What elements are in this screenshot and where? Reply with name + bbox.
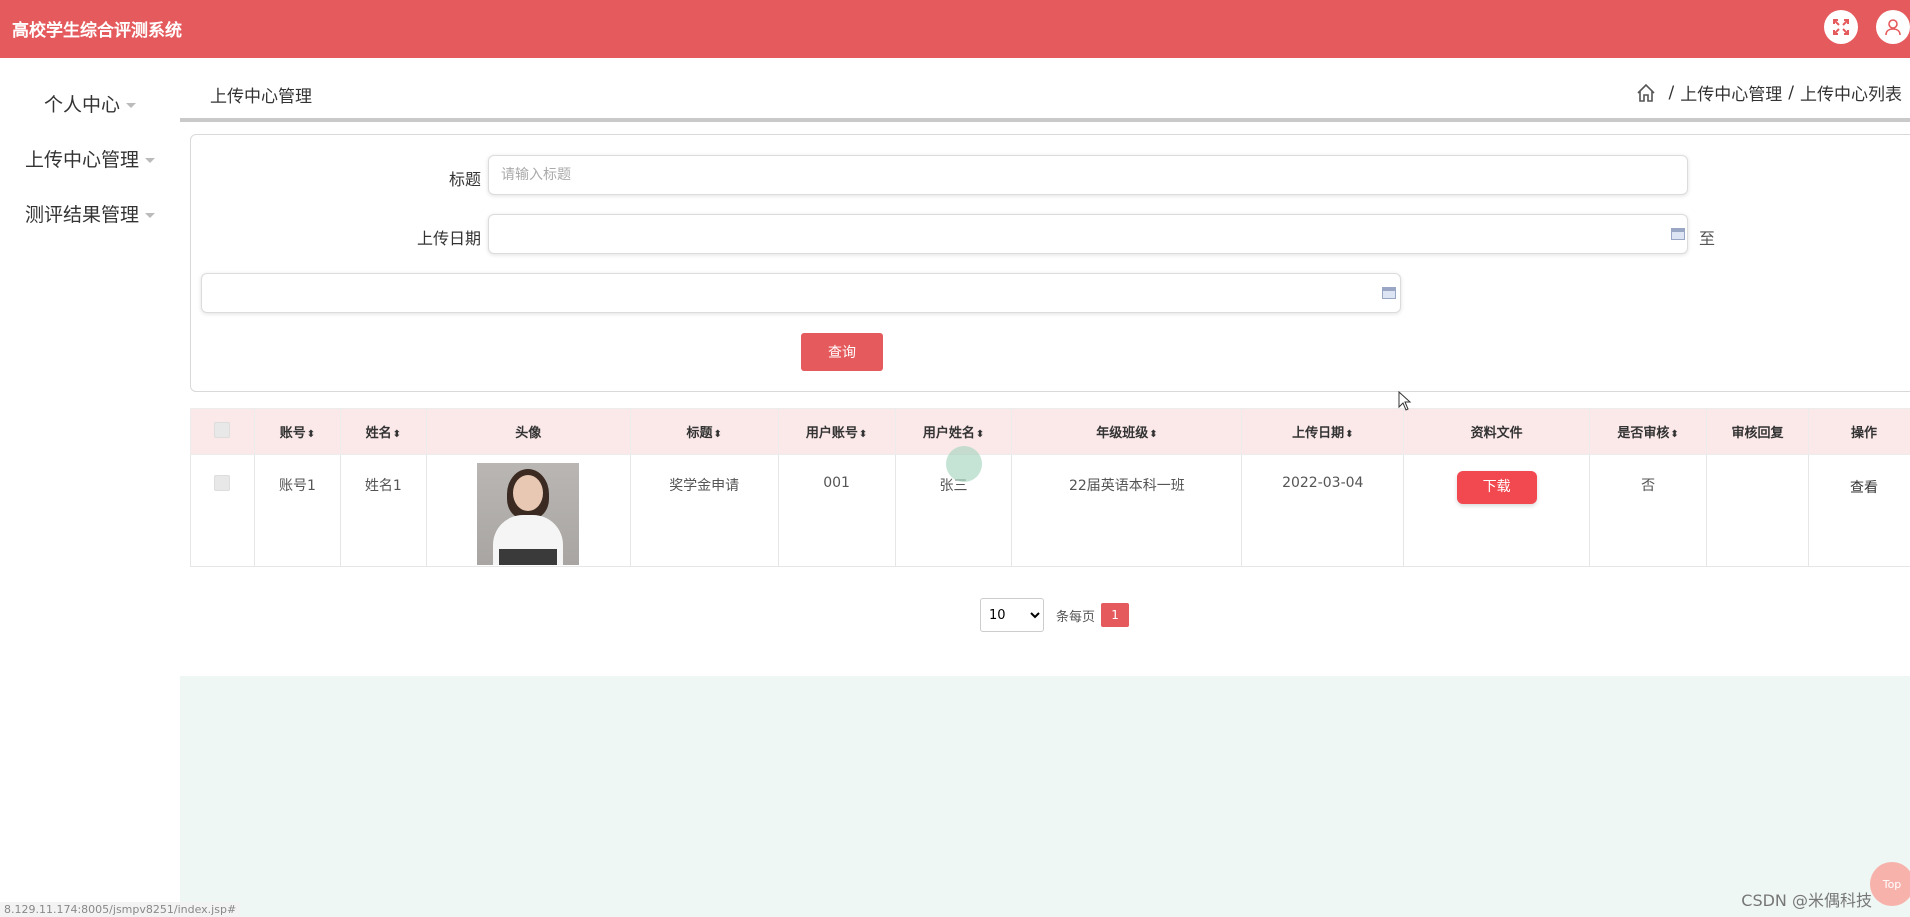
column-header[interactable]: 用户账号⬍ xyxy=(777,408,896,455)
chevron-down-icon xyxy=(126,103,136,108)
breadcrumb-separator: / xyxy=(1668,82,1675,103)
table-row: 账号1 姓名1 奖学金申请 001 张三 22届英语本科一班 2022-03-0… xyxy=(190,454,1910,567)
top-header-bar: 高校学生综合评测系统 xyxy=(0,0,1910,58)
upload-date-label: 上传日期 xyxy=(416,229,481,248)
account-cell: 账号1 xyxy=(253,454,341,567)
column-header[interactable]: 姓名⬍ xyxy=(339,408,427,455)
date-end-input[interactable] xyxy=(201,273,1401,313)
select-all-header[interactable] xyxy=(190,408,255,455)
breadcrumb-separator: / xyxy=(1788,82,1794,103)
title-input[interactable] xyxy=(488,155,1688,195)
file-cell: 下载 xyxy=(1403,454,1591,567)
page-header: 上传中心管理 / 上传中心管理 / 上传中心列表 xyxy=(180,58,1910,122)
status-bar-url: 8.129.11.174:8005/jsmpv8251/index.jsp# xyxy=(0,902,241,917)
sidebar-item-evaluation-results[interactable]: 测评结果管理 xyxy=(0,200,180,227)
select-all-checkbox[interactable] xyxy=(214,421,231,438)
sort-icon[interactable]: ⬍ xyxy=(976,429,984,440)
pagination: 10 条每页 1 xyxy=(980,598,1130,632)
title-label: 标题 xyxy=(448,170,481,189)
column-header[interactable]: 上传日期⬍ xyxy=(1241,408,1405,455)
sidebar-item-personal-center[interactable]: 个人中心 xyxy=(0,90,180,117)
grade-class-cell: 22届英语本科一班 xyxy=(1011,454,1243,567)
reviewed-cell: 否 xyxy=(1589,454,1708,567)
review-reply-cell xyxy=(1706,454,1809,567)
calendar-icon[interactable] xyxy=(1382,287,1396,299)
sidebar: 个人中心 上传中心管理 测评结果管理 xyxy=(0,58,180,917)
sort-icon[interactable]: ⬍ xyxy=(307,429,315,440)
per-page-label: 条每页 xyxy=(1056,609,1096,625)
click-indicator xyxy=(946,446,982,482)
column-header: 操作 xyxy=(1807,408,1910,455)
column-header[interactable]: 账号⬍ xyxy=(253,408,341,455)
column-header: 审核回复 xyxy=(1706,408,1809,455)
date-start-input[interactable] xyxy=(488,214,1688,254)
content-background xyxy=(180,676,1910,917)
sort-icon[interactable]: ⬍ xyxy=(1149,429,1157,440)
back-to-top-button[interactable]: Top xyxy=(1870,862,1910,906)
column-header[interactable]: 年级班级⬍ xyxy=(1011,408,1243,455)
column-header[interactable]: 标题⬍ xyxy=(629,408,779,455)
mouse-pointer-icon xyxy=(1398,391,1412,411)
avatar xyxy=(477,463,580,565)
breadcrumb-item[interactable]: 上传中心管理 xyxy=(1680,80,1782,105)
page-size-select[interactable]: 10 xyxy=(980,598,1044,632)
sort-icon[interactable]: ⬍ xyxy=(859,429,867,440)
column-header[interactable]: 是否审核⬍ xyxy=(1589,408,1708,455)
home-icon[interactable] xyxy=(1635,82,1657,104)
user-account-cell: 001 xyxy=(777,454,896,567)
upload-date-cell: 2022-03-04 xyxy=(1241,454,1405,567)
calendar-icon[interactable] xyxy=(1671,228,1685,240)
app-title: 高校学生综合评测系统 xyxy=(12,21,182,41)
view-button[interactable]: 查看 xyxy=(1850,477,1878,497)
sort-icon[interactable]: ⬍ xyxy=(1670,429,1678,440)
column-header: 头像 xyxy=(425,408,631,455)
breadcrumb-item-current: 上传中心列表 xyxy=(1800,85,1902,105)
user-icon[interactable] xyxy=(1876,10,1910,44)
page-title: 上传中心管理 xyxy=(210,87,312,107)
action-cell: 查看 xyxy=(1807,454,1910,567)
data-table: 账号⬍ 姓名⬍ 头像 标题⬍ 用户账号⬍ 用户姓名⬍ 年级班级⬍ 上传日期⬍ 资… xyxy=(190,408,1910,567)
column-header[interactable]: 用户姓名⬍ xyxy=(894,408,1013,455)
date-to-label: 至 xyxy=(1699,229,1716,248)
watermark: CSDN @米偶科技 xyxy=(1741,891,1872,910)
table-header-row: 账号⬍ 姓名⬍ 头像 标题⬍ 用户账号⬍ 用户姓名⬍ 年级班级⬍ 上传日期⬍ 资… xyxy=(190,408,1910,455)
query-button[interactable]: 查询 xyxy=(801,333,883,371)
download-button[interactable]: 下载 xyxy=(1456,471,1537,504)
sort-icon[interactable]: ⬍ xyxy=(393,429,401,440)
chevron-down-icon xyxy=(145,213,155,218)
page-number-button[interactable]: 1 xyxy=(1101,603,1130,627)
sidebar-item-label: 测评结果管理 xyxy=(24,204,139,226)
sidebar-item-label: 上传中心管理 xyxy=(24,149,139,171)
row-checkbox[interactable] xyxy=(214,475,231,491)
chevron-down-icon xyxy=(145,158,155,163)
sidebar-item-upload-center[interactable]: 上传中心管理 xyxy=(0,145,180,172)
sort-icon[interactable]: ⬍ xyxy=(1345,429,1353,440)
title-cell: 奖学金申请 xyxy=(629,454,779,567)
sidebar-item-label: 个人中心 xyxy=(43,94,120,116)
fullscreen-icon[interactable] xyxy=(1824,10,1858,44)
column-header: 资料文件 xyxy=(1403,408,1591,455)
search-panel: 标题 上传日期 至 查询 xyxy=(190,134,1910,392)
avatar-cell xyxy=(425,454,631,567)
row-select-cell[interactable] xyxy=(190,454,255,567)
sort-icon[interactable]: ⬍ xyxy=(714,429,722,440)
breadcrumb: / 上传中心管理 / 上传中心列表 xyxy=(1635,80,1902,105)
name-cell: 姓名1 xyxy=(339,454,427,567)
